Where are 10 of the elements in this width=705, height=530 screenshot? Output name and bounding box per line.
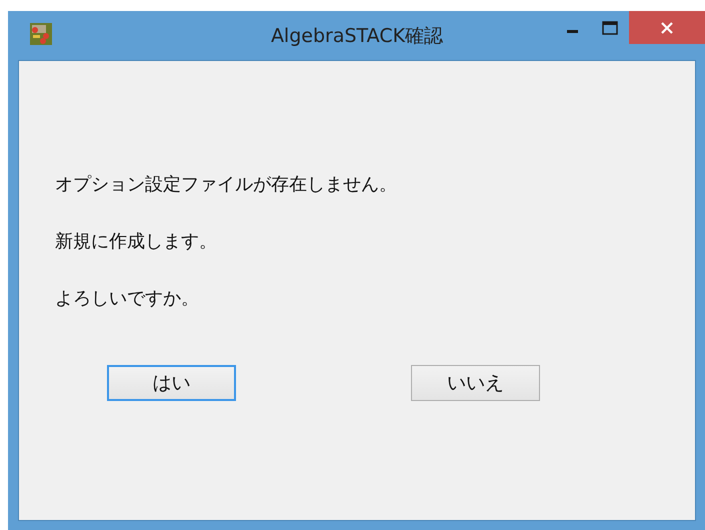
window-title: AlgebraSTACK確認 — [270, 24, 444, 49]
close-icon — [660, 20, 674, 34]
app-icon — [30, 23, 52, 45]
message-text: 新規に作成します。 — [55, 230, 217, 254]
maximize-icon — [602, 20, 618, 34]
minimize-icon — [566, 30, 578, 33]
yes-button[interactable]: はい — [107, 365, 236, 401]
no-button[interactable]: いいえ — [411, 365, 540, 401]
message-text: よろしいですか。 — [55, 287, 199, 311]
message-text: オプション設定ファイルが存在しません。 — [55, 173, 397, 197]
